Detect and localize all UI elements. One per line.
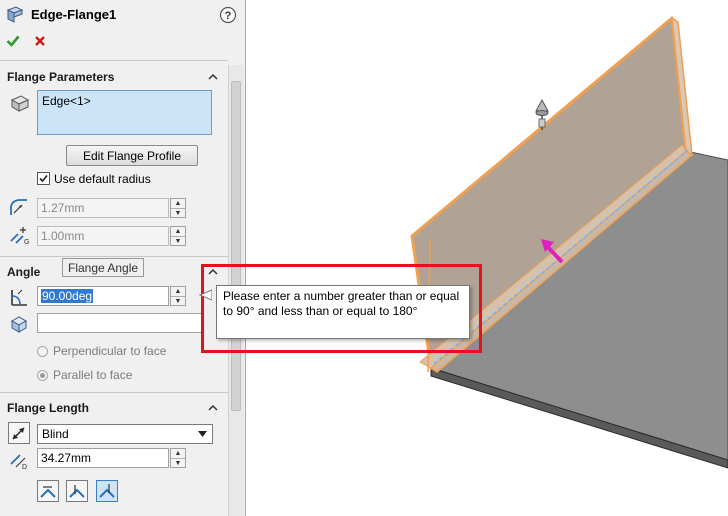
validation-error-tooltip: Please enter a number greater than or eq… (216, 285, 470, 339)
tooltip-pointer-icon (198, 288, 213, 302)
reverse-direction-icon[interactable] (8, 422, 30, 444)
svg-text:?: ? (225, 10, 232, 22)
flange-angle-field[interactable]: 90.00deg (37, 286, 169, 306)
graphics-viewport[interactable] (246, 0, 728, 516)
flange-parameters-title: Flange Parameters (7, 70, 115, 84)
edit-flange-profile-button[interactable]: Edit Flange Profile (66, 145, 198, 166)
use-default-radius-checkbox[interactable] (37, 172, 50, 185)
property-manager-panel: Edge-Flange1 ? Flange Parameters Edge<1>… (0, 0, 246, 516)
help-icon[interactable]: ? (219, 6, 237, 24)
end-condition-value: Blind (42, 427, 69, 441)
ok-check-icon[interactable] (6, 34, 20, 48)
flange-angle-icon (8, 286, 30, 308)
selected-edge-item: Edge<1> (42, 94, 91, 108)
parallel-to-face-label: Parallel to face (53, 368, 133, 382)
flange-angle-spinner[interactable]: ▲ ▼ (170, 286, 186, 306)
reference-face-field[interactable] (37, 313, 202, 333)
flange-length-title: Flange Length (7, 401, 89, 415)
edge-flange-feature-icon (6, 6, 24, 24)
parallel-to-face-radio[interactable] (37, 370, 48, 381)
svg-text:D: D (22, 464, 27, 470)
gap-distance-field[interactable]: 1.00mm (37, 226, 169, 246)
scrollbar-thumb[interactable] (231, 81, 241, 411)
inner-virtual-sharp-icon[interactable] (66, 480, 88, 502)
flange-length-spinner[interactable]: ▲ ▼ (170, 448, 186, 468)
reference-face-icon (8, 313, 30, 335)
gap-distance-icon: G (8, 224, 30, 246)
flange-angle-hover-tooltip: Flange Angle (62, 258, 145, 277)
collapse-flange-length-icon[interactable] (208, 401, 218, 415)
perpendicular-to-face-radio[interactable] (37, 346, 48, 357)
edge-selection-box[interactable]: Edge<1> (37, 90, 212, 135)
divider (0, 256, 228, 257)
bend-radius-spinner[interactable]: ▲ ▼ (170, 198, 186, 218)
collapse-flange-parameters-icon[interactable] (208, 70, 218, 84)
outer-virtual-sharp-icon[interactable] (37, 480, 59, 502)
tangent-bend-icon[interactable] (96, 480, 118, 502)
end-condition-dropdown[interactable]: Blind (37, 424, 213, 444)
flange-angle-value-selected: 90.00deg (41, 289, 94, 303)
gap-distance-spinner[interactable]: ▲ ▼ (170, 226, 186, 246)
feature-title: Edge-Flange1 (31, 7, 117, 22)
length-icon: D (8, 448, 30, 471)
divider (0, 60, 228, 61)
svg-text:G: G (24, 239, 29, 246)
bend-radius-field[interactable]: 1.27mm (37, 198, 169, 218)
cancel-x-icon[interactable] (34, 35, 46, 47)
perpendicular-to-face-label: Perpendicular to face (53, 344, 167, 358)
divider (0, 392, 228, 393)
flange-length-field[interactable]: 34.27mm (37, 448, 169, 468)
sheet-metal-model[interactable] (246, 0, 728, 516)
dropdown-arrow-icon (198, 431, 207, 437)
angle-section-title: Angle (7, 265, 41, 279)
bend-radius-icon (8, 196, 30, 218)
edge-selection-icon (9, 92, 31, 114)
use-default-radius-label: Use default radius (54, 172, 151, 186)
